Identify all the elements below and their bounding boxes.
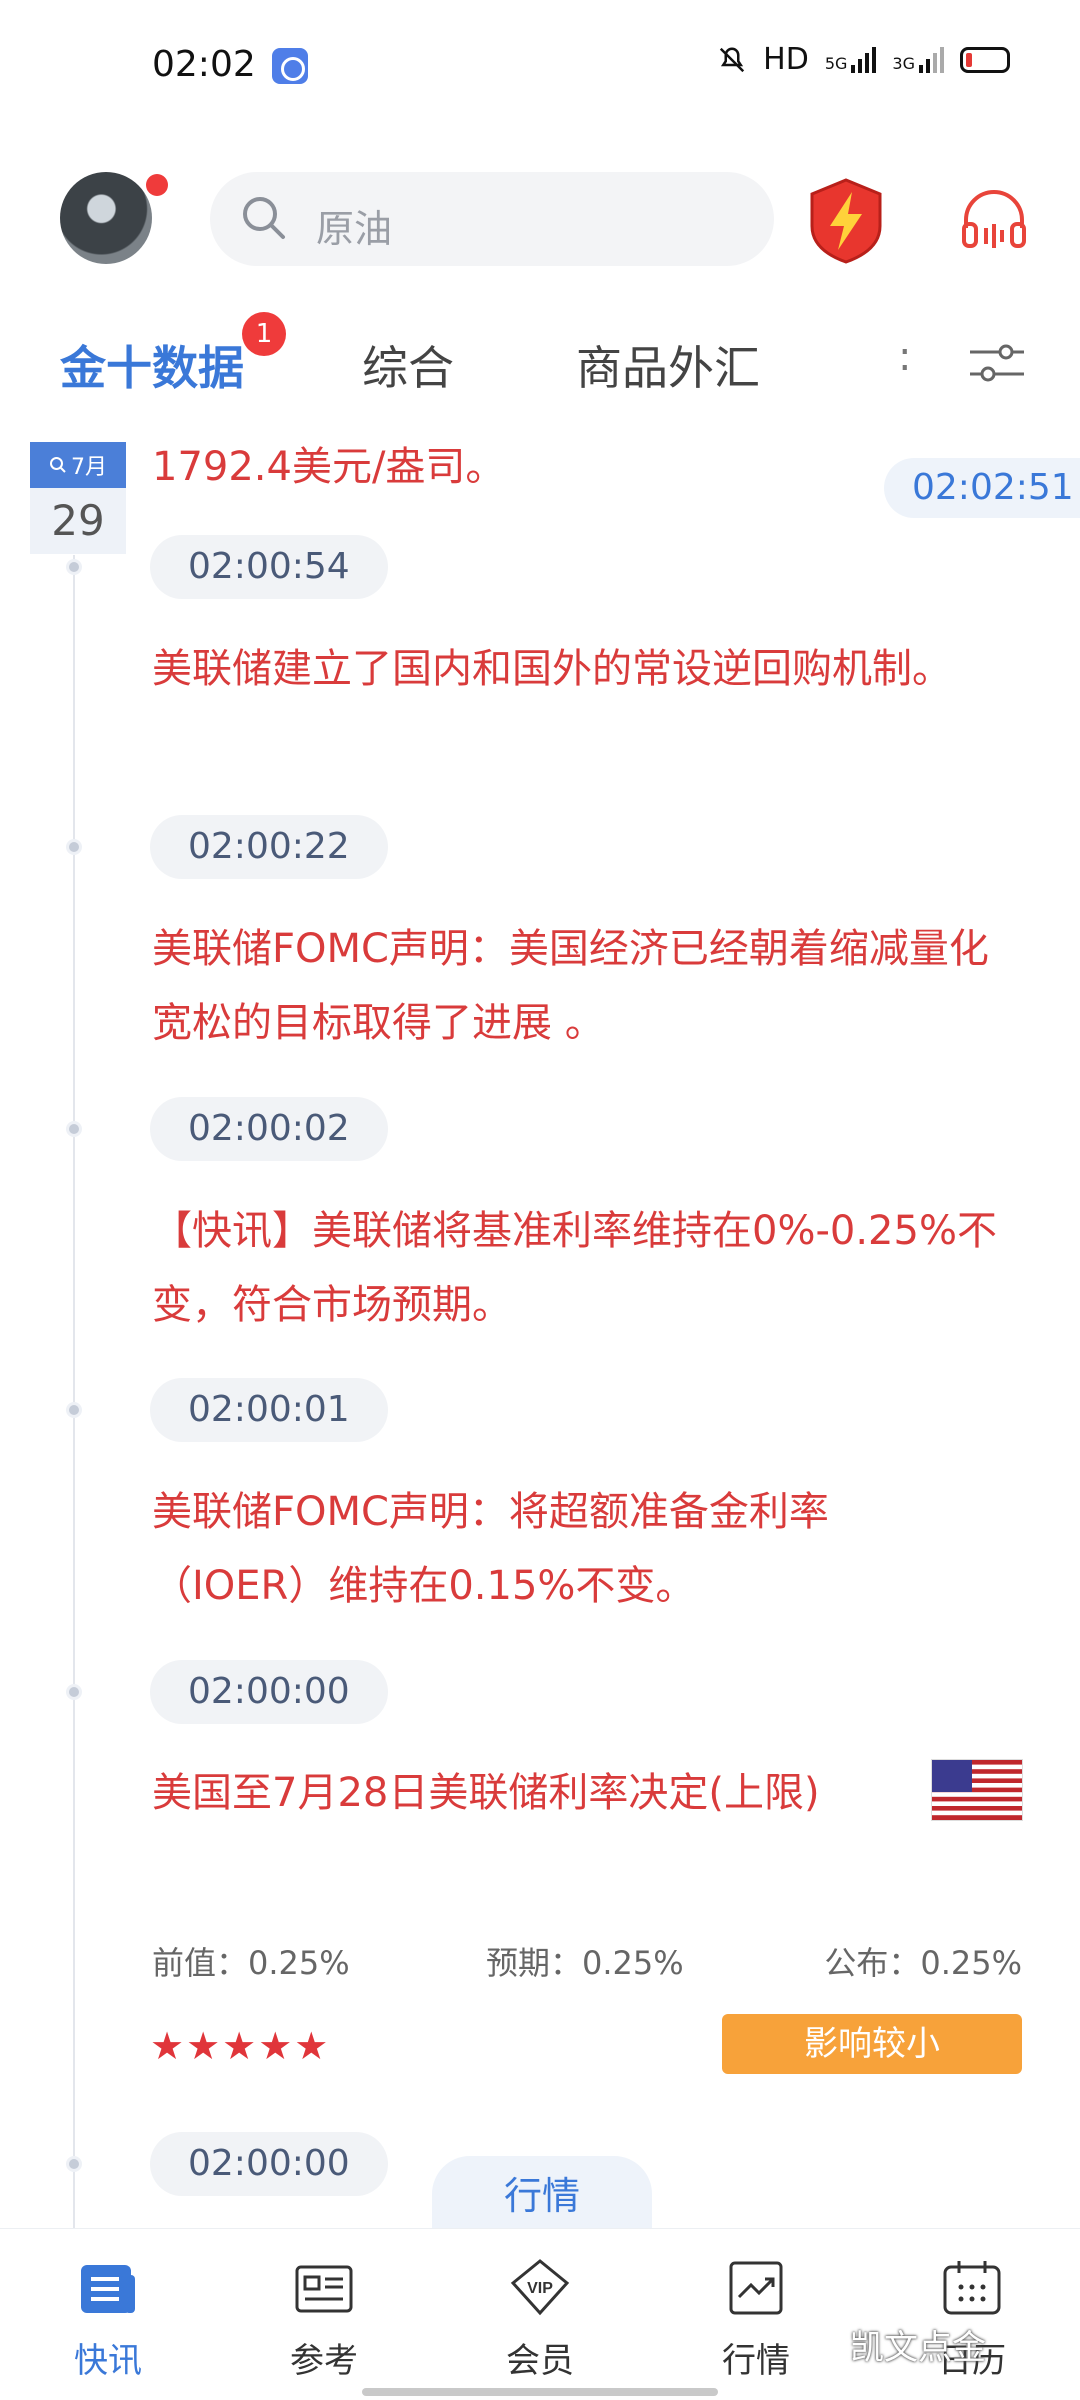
news-time: 02:00:00 (150, 2132, 388, 2196)
actual-value: 公布：0.25% (824, 1944, 1022, 1982)
search-icon (243, 197, 285, 239)
news-text: 【快讯】美联储将基准利率维持在0%-0.25%不变，符合市场预期。 (152, 1208, 997, 1328)
signal-5g-icon: 5G (825, 46, 877, 73)
search-placeholder: 原油 (316, 207, 393, 251)
market-float-button[interactable]: 行情 (432, 2156, 652, 2232)
svg-text:VIP: VIP (527, 2280, 553, 2297)
search-small-icon (50, 457, 66, 473)
tab-bar: 金十数据 综合 商品外汇 (0, 320, 1080, 410)
calendar-icon (943, 2261, 1001, 2315)
tab-commodities-forex[interactable]: 商品外汇 (576, 332, 760, 398)
notification-dot (146, 174, 168, 196)
forecast-value: 预期：0.25% (486, 1944, 684, 1982)
news-time: 02:00:00 (150, 1660, 388, 1724)
news-icon (81, 2265, 135, 2313)
news-time: 02:00:22 (150, 815, 388, 879)
news-time: 02:00:54 (150, 535, 388, 599)
news-time: 02:00:02 (150, 1097, 388, 1161)
us-flag-icon (932, 1760, 1022, 1820)
news-text-partial: 1792.4美元/盎司。 (152, 444, 506, 490)
timeline-dot (66, 1684, 82, 1700)
status-time: 02:02 (152, 44, 256, 85)
date-month: 7月 (30, 442, 126, 488)
news-text: 美联储FOMC声明：美国经济已经朝着缩减量化宽松的目标取得了进展 。 (152, 926, 989, 1046)
economic-event-title: 美国至7月28日美联储利率决定(上限) (152, 1770, 820, 1816)
home-indicator[interactable] (362, 2388, 718, 2396)
news-text: 美联储建立了国内和国外的常设逆回购机制。 (152, 646, 952, 692)
date-picker[interactable]: 7月 29 (30, 442, 126, 554)
date-day: 29 (51, 496, 105, 545)
status-bar: 02:02 HD 5G 3G (0, 0, 1080, 140)
headphone-icon[interactable] (958, 184, 1030, 256)
timeline-dot (66, 1121, 82, 1137)
timeline-line (73, 555, 75, 2235)
current-time-indicator[interactable]: 02:02:51 (884, 458, 1080, 518)
nav-market[interactable]: 行情 (686, 2255, 826, 2382)
status-icons: HD 5G 3G (717, 42, 1010, 77)
economic-values: 前值：0.25% 预期：0.25% 公布：0.25% (152, 1938, 1022, 1982)
watermark-text: 凯文点金 (850, 2328, 986, 2368)
filter-settings-icon[interactable] (966, 338, 1028, 388)
nav-vip[interactable]: VIP 会员 (470, 2255, 610, 2382)
nav-reference[interactable]: 参考 (254, 2255, 394, 2382)
search-bar[interactable]: 原油 (210, 172, 774, 266)
nav-news[interactable]: 快讯 (38, 2255, 178, 2382)
battery-icon (960, 46, 1010, 73)
timeline-dot (66, 2156, 82, 2172)
importance-stars: ★★★★★ (150, 2024, 331, 2068)
mute-bell-icon (720, 46, 745, 72)
avatar[interactable] (60, 172, 152, 264)
tab-badge: 1 (242, 312, 286, 356)
app-notification-icon (272, 48, 308, 84)
news-text: 美联储FOMC声明：将超额准备金利率（IOER）维持在0.15%不变。 (152, 1489, 829, 1609)
timeline-dot (66, 559, 82, 575)
news-time: 02:00:01 (150, 1378, 388, 1442)
market-icon (729, 2261, 783, 2315)
hd-label: HD (763, 42, 809, 77)
impact-badge: 影响较小 (722, 2014, 1022, 2074)
previous-value: 前值：0.25% (152, 1944, 350, 1982)
vip-icon: VIP (510, 2259, 570, 2316)
tab-overflow: : (898, 334, 912, 380)
tab-jin10-data[interactable]: 金十数据 (60, 332, 244, 398)
reference-icon (295, 2265, 353, 2313)
flash-badge-icon[interactable] (806, 176, 886, 266)
bottom-nav: 快讯 参考 VIP 会员 行情 日历 (0, 2228, 1080, 2400)
timeline-dot (66, 1402, 82, 1418)
timeline-dot (66, 839, 82, 855)
signal-3g-icon: 3G (892, 46, 944, 73)
tab-general[interactable]: 综合 (362, 332, 454, 398)
